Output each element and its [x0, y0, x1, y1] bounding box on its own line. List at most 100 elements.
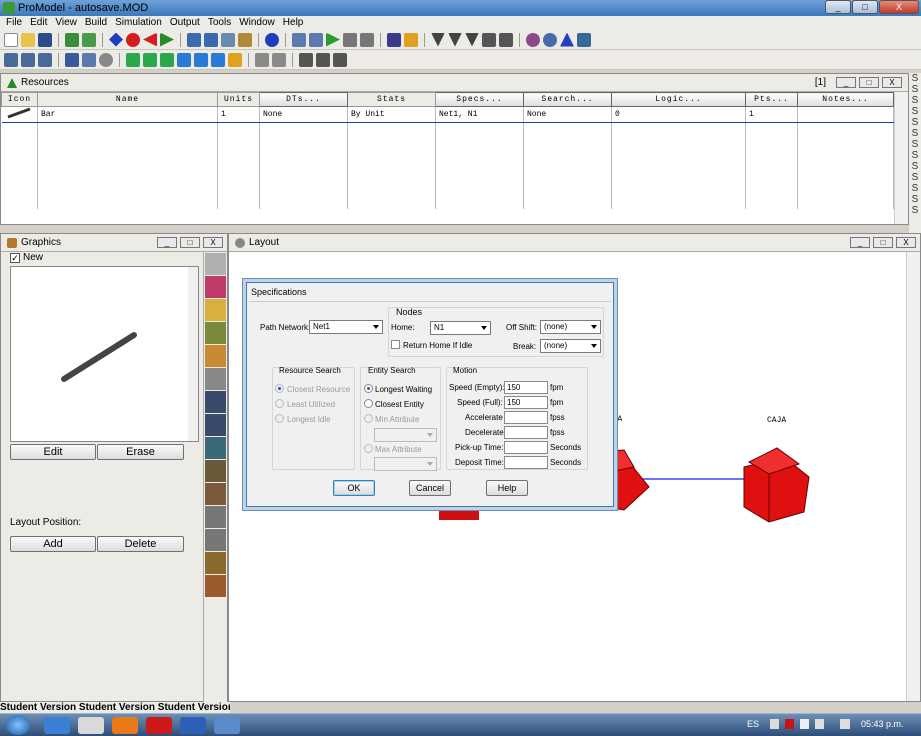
col-dts-button[interactable]: DTs... — [259, 92, 348, 107]
redo-icon[interactable] — [316, 52, 330, 67]
layout-close-button[interactable]: X — [896, 237, 916, 248]
flag-icon[interactable] — [800, 719, 810, 729]
layout-scrollbar[interactable] — [906, 252, 920, 701]
menu-view[interactable]: View — [51, 16, 81, 30]
resource-icon-cell[interactable] — [1, 106, 38, 123]
library-item-pallet-icon[interactable] — [205, 345, 226, 367]
tile-icon[interactable] — [333, 52, 347, 67]
ok-button[interactable]: OK — [333, 480, 375, 496]
tray-icons[interactable] — [770, 719, 830, 731]
library-item-cart-icon[interactable] — [205, 460, 226, 482]
layer-a-icon[interactable] — [126, 52, 140, 67]
path-network-select[interactable]: Net1 — [309, 320, 383, 334]
library-item-plate-icon[interactable] — [205, 253, 226, 275]
merge-icon[interactable] — [65, 32, 79, 47]
longest-waiting-radio[interactable] — [364, 384, 373, 393]
resource-units-cell[interactable]: 1 — [217, 106, 260, 123]
menu-window[interactable]: Window — [235, 16, 279, 30]
scenario-icon[interactable] — [526, 32, 540, 47]
menu-help[interactable]: Help — [279, 16, 308, 30]
graphics-minimize-button[interactable]: _ — [157, 237, 177, 248]
resources-icon[interactable] — [204, 32, 218, 47]
menu-tools[interactable]: Tools — [204, 16, 235, 30]
longest-idle-radio[interactable] — [275, 414, 284, 423]
closest-entity-radio[interactable] — [364, 399, 373, 408]
max-attribute-radio[interactable] — [364, 444, 373, 453]
resource-logic-cell[interactable]: 0 — [611, 106, 746, 123]
help-button[interactable]: Help — [486, 480, 528, 496]
menu-output[interactable]: Output — [166, 16, 204, 30]
new-checkbox[interactable]: ✓ — [10, 253, 20, 263]
path-networks-icon[interactable] — [187, 32, 201, 47]
language-indicator[interactable]: ES — [747, 719, 759, 729]
edit-button[interactable]: Edit — [10, 444, 96, 460]
graphics-close-button[interactable]: X — [203, 237, 223, 248]
background-graphics-icon[interactable] — [21, 52, 35, 67]
options-icon[interactable] — [292, 32, 306, 47]
speed-empty-input[interactable]: 150 — [504, 381, 548, 394]
opera-icon[interactable] — [146, 717, 172, 734]
chart-icon[interactable] — [482, 32, 496, 47]
table-row[interactable]: Bar 1 None By Unit Net1, N1 None 0 1 — [1, 106, 894, 123]
internet-explorer-icon[interactable] — [44, 717, 70, 734]
chrome-icon[interactable] — [78, 717, 104, 734]
library-item-box-icon[interactable] — [205, 299, 226, 321]
library-item-agv-icon[interactable] — [205, 506, 226, 528]
info-icon[interactable] — [265, 32, 279, 47]
grid-icon[interactable] — [38, 52, 52, 67]
return-home-checkbox[interactable] — [391, 340, 400, 349]
library-item-crate-icon[interactable] — [205, 322, 226, 344]
simrunner-icon[interactable] — [543, 32, 557, 47]
col-notes-button[interactable]: Notes... — [797, 92, 894, 107]
model-package-icon[interactable] — [82, 32, 96, 47]
close-button[interactable]: X — [879, 0, 919, 14]
shifts-icon[interactable] — [221, 32, 235, 47]
resources-restore-button[interactable]: □ — [859, 77, 879, 88]
cost-icon[interactable] — [238, 32, 252, 47]
word-icon[interactable] — [180, 717, 206, 734]
menu-edit[interactable]: Edit — [26, 16, 51, 30]
locations-icon[interactable] — [109, 32, 123, 47]
resources-scrollbar[interactable] — [894, 92, 908, 224]
layer-v-icon[interactable] — [143, 52, 157, 67]
pickup-time-input[interactable] — [504, 441, 548, 454]
speed-full-input[interactable]: 150 — [504, 396, 548, 409]
erase-button[interactable]: Erase — [97, 444, 184, 460]
deposit-time-input[interactable] — [504, 456, 548, 469]
align-tool-icon[interactable] — [448, 32, 462, 47]
layout-settings-icon[interactable] — [4, 52, 18, 67]
library-item-train-icon[interactable] — [205, 529, 226, 551]
zoom-icon[interactable] — [99, 52, 113, 67]
stat-icon[interactable] — [499, 32, 513, 47]
delete-button[interactable]: Delete — [97, 536, 184, 552]
network-icon[interactable] — [815, 719, 825, 729]
graphics-restore-button[interactable]: □ — [180, 237, 200, 248]
add-button[interactable]: Add — [10, 536, 96, 552]
least-utilized-radio[interactable] — [275, 399, 284, 408]
layout-minimize-button[interactable]: _ — [850, 237, 870, 248]
resource-specs-cell[interactable]: Net1, N1 — [435, 106, 524, 123]
off-shift-select[interactable]: (none) — [540, 320, 601, 334]
stat-fit-icon[interactable] — [560, 32, 574, 47]
resource-dts-cell[interactable]: None — [259, 106, 348, 123]
resource-pts-cell[interactable]: 1 — [745, 106, 798, 123]
save-and-run-icon[interactable] — [309, 32, 323, 47]
col-pts-button[interactable]: Pts... — [745, 92, 798, 107]
library-item-worker3-icon[interactable] — [205, 437, 226, 459]
library-item-loader-icon[interactable] — [205, 575, 226, 597]
min-attribute-radio[interactable] — [364, 414, 373, 423]
arrivals-icon[interactable] — [143, 32, 157, 47]
open-folder-icon[interactable] — [21, 32, 35, 47]
undo-icon[interactable] — [299, 52, 313, 67]
antivirus-icon[interactable] — [785, 719, 795, 729]
resources-close-button[interactable]: X — [882, 77, 902, 88]
volume-icon[interactable] — [840, 719, 850, 729]
start-button-icon[interactable] — [6, 715, 30, 735]
preview-scrollbar[interactable] — [188, 267, 198, 441]
menu-simulation[interactable]: Simulation — [111, 16, 166, 30]
tools-icon[interactable] — [577, 32, 591, 47]
library-item-worker2-icon[interactable] — [205, 414, 226, 436]
layer-s-icon[interactable] — [194, 52, 208, 67]
run-icon[interactable] — [326, 32, 340, 47]
library-item-worker-icon[interactable] — [205, 391, 226, 413]
